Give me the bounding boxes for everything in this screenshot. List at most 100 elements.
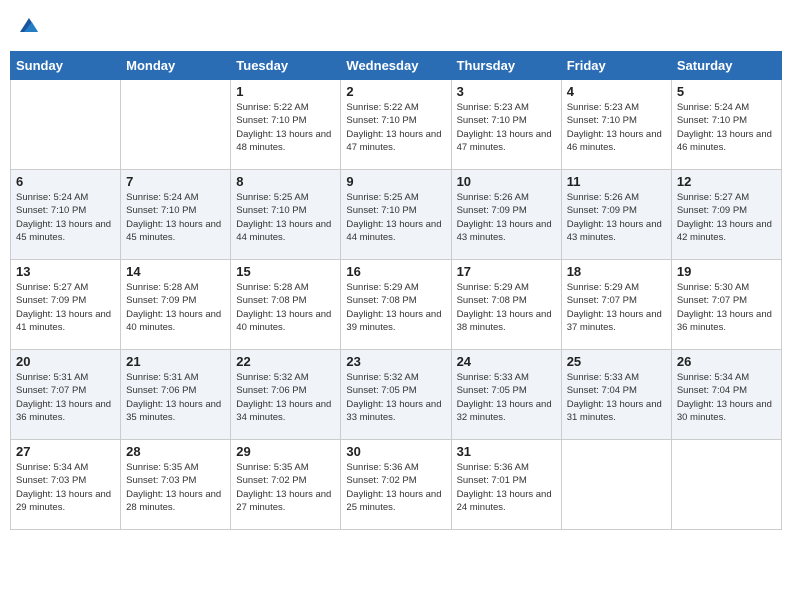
day-number: 21 <box>126 354 225 369</box>
day-info: Sunrise: 5:33 AM Sunset: 7:04 PM Dayligh… <box>567 371 666 424</box>
day-info: Sunrise: 5:36 AM Sunset: 7:02 PM Dayligh… <box>346 461 445 514</box>
day-number: 2 <box>346 84 445 99</box>
calendar-table: SundayMondayTuesdayWednesdayThursdayFrid… <box>10 51 782 530</box>
calendar-day-cell: 17 Sunrise: 5:29 AM Sunset: 7:08 PM Dayli… <box>451 260 561 350</box>
day-number: 23 <box>346 354 445 369</box>
weekday-header: Monday <box>121 52 231 80</box>
calendar-week-row: 6 Sunrise: 5:24 AM Sunset: 7:10 PM Daylig… <box>11 170 782 260</box>
day-number: 4 <box>567 84 666 99</box>
day-number: 30 <box>346 444 445 459</box>
day-number: 20 <box>16 354 115 369</box>
day-info: Sunrise: 5:31 AM Sunset: 7:06 PM Dayligh… <box>126 371 225 424</box>
weekday-header: Tuesday <box>231 52 341 80</box>
day-number: 28 <box>126 444 225 459</box>
day-number: 3 <box>457 84 556 99</box>
calendar-day-cell: 9Sunrise: 5:25 AM Sunset: 7:10 PM Daylig… <box>341 170 451 260</box>
calendar-day-cell: 15Sunrise: 5:28 AM Sunset: 7:08 PM Dayli… <box>231 260 341 350</box>
day-number: 16 <box>346 264 445 279</box>
day-info: Sunrise: 5:24 AM Sunset: 7:10 PM Dayligh… <box>126 191 225 244</box>
calendar-day-cell: 23 Sunrise: 5:32 AM Sunset: 7:05 PM Dayli… <box>341 350 451 440</box>
calendar-day-cell: 20 Sunrise: 5:31 AM Sunset: 7:07 PM Dayli… <box>11 350 121 440</box>
calendar-day-cell: 29 Sunrise: 5:35 AM Sunset: 7:02 PM Dayli… <box>231 440 341 530</box>
day-number: 26 <box>677 354 776 369</box>
calendar-day-cell: 26 Sunrise: 5:34 AM Sunset: 7:04 PM Dayli… <box>671 350 781 440</box>
day-number: 19 <box>677 264 776 279</box>
calendar-day-cell: 31 Sunrise: 5:36 AM Sunset: 7:01 PM Dayli… <box>451 440 561 530</box>
day-info: Sunrise: 5:36 AM Sunset: 7:01 PM Dayligh… <box>457 461 556 514</box>
day-info: Sunrise: 5:33 AM Sunset: 7:05 PM Dayligh… <box>457 371 556 424</box>
day-number: 6 <box>16 174 115 189</box>
calendar-day-cell <box>11 80 121 170</box>
day-info: Sunrise: 5:34 AM Sunset: 7:03 PM Dayligh… <box>16 461 115 514</box>
day-number: 27 <box>16 444 115 459</box>
day-number: 5 <box>677 84 776 99</box>
day-number: 1 <box>236 84 335 99</box>
day-number: 12 <box>677 174 776 189</box>
day-number: 18 <box>567 264 666 279</box>
day-info: Sunrise: 5:34 AM Sunset: 7:04 PM Dayligh… <box>677 371 776 424</box>
day-info: Sunrise: 5:32 AM Sunset: 7:06 PM Dayligh… <box>236 371 335 424</box>
calendar-day-cell: 16 Sunrise: 5:29 AM Sunset: 7:08 PM Dayli… <box>341 260 451 350</box>
day-info: Sunrise: 5:28 AM Sunset: 7:09 PM Dayligh… <box>126 281 225 334</box>
calendar-day-cell: 22 Sunrise: 5:32 AM Sunset: 7:06 PM Dayli… <box>231 350 341 440</box>
day-info: Sunrise: 5:26 AM Sunset: 7:09 PM Dayligh… <box>457 191 556 244</box>
calendar-day-cell <box>561 440 671 530</box>
calendar-day-cell: 27 Sunrise: 5:34 AM Sunset: 7:03 PM Dayli… <box>11 440 121 530</box>
logo-icon <box>18 14 40 36</box>
weekday-header: Saturday <box>671 52 781 80</box>
calendar-header-row: SundayMondayTuesdayWednesdayThursdayFrid… <box>11 52 782 80</box>
day-number: 22 <box>236 354 335 369</box>
day-info: Sunrise: 5:29 AM Sunset: 7:08 PM Dayligh… <box>346 281 445 334</box>
calendar-day-cell: 28 Sunrise: 5:35 AM Sunset: 7:03 PM Dayli… <box>121 440 231 530</box>
calendar-day-cell: 24Sunrise: 5:33 AM Sunset: 7:05 PM Dayli… <box>451 350 561 440</box>
day-info: Sunrise: 5:22 AM Sunset: 7:10 PM Dayligh… <box>346 101 445 154</box>
weekday-header: Thursday <box>451 52 561 80</box>
day-info: Sunrise: 5:25 AM Sunset: 7:10 PM Dayligh… <box>236 191 335 244</box>
calendar-day-cell: 10Sunrise: 5:26 AM Sunset: 7:09 PM Dayli… <box>451 170 561 260</box>
calendar-day-cell: 19 Sunrise: 5:30 AM Sunset: 7:07 PM Dayli… <box>671 260 781 350</box>
calendar-day-cell: 7 Sunrise: 5:24 AM Sunset: 7:10 PM Daylig… <box>121 170 231 260</box>
calendar-day-cell: 21 Sunrise: 5:31 AM Sunset: 7:06 PM Dayli… <box>121 350 231 440</box>
day-number: 17 <box>457 264 556 279</box>
day-info: Sunrise: 5:23 AM Sunset: 7:10 PM Dayligh… <box>457 101 556 154</box>
day-info: Sunrise: 5:29 AM Sunset: 7:08 PM Dayligh… <box>457 281 556 334</box>
weekday-header: Friday <box>561 52 671 80</box>
day-info: Sunrise: 5:24 AM Sunset: 7:10 PM Dayligh… <box>677 101 776 154</box>
day-number: 25 <box>567 354 666 369</box>
calendar-day-cell: 18 Sunrise: 5:29 AM Sunset: 7:07 PM Dayli… <box>561 260 671 350</box>
calendar-day-cell: 8Sunrise: 5:25 AM Sunset: 7:10 PM Daylig… <box>231 170 341 260</box>
calendar-day-cell <box>671 440 781 530</box>
day-info: Sunrise: 5:23 AM Sunset: 7:10 PM Dayligh… <box>567 101 666 154</box>
weekday-header: Sunday <box>11 52 121 80</box>
calendar-day-cell: 2 Sunrise: 5:22 AM Sunset: 7:10 PM Daylig… <box>341 80 451 170</box>
page-header <box>10 10 782 45</box>
day-info: Sunrise: 5:35 AM Sunset: 7:02 PM Dayligh… <box>236 461 335 514</box>
calendar-day-cell: 6 Sunrise: 5:24 AM Sunset: 7:10 PM Daylig… <box>11 170 121 260</box>
calendar-day-cell: 14 Sunrise: 5:28 AM Sunset: 7:09 PM Dayli… <box>121 260 231 350</box>
day-info: Sunrise: 5:29 AM Sunset: 7:07 PM Dayligh… <box>567 281 666 334</box>
day-info: Sunrise: 5:32 AM Sunset: 7:05 PM Dayligh… <box>346 371 445 424</box>
day-info: Sunrise: 5:22 AM Sunset: 7:10 PM Dayligh… <box>236 101 335 154</box>
calendar-week-row: 27 Sunrise: 5:34 AM Sunset: 7:03 PM Dayli… <box>11 440 782 530</box>
day-number: 29 <box>236 444 335 459</box>
day-number: 13 <box>16 264 115 279</box>
calendar-day-cell: 30 Sunrise: 5:36 AM Sunset: 7:02 PM Dayli… <box>341 440 451 530</box>
day-number: 14 <box>126 264 225 279</box>
day-number: 31 <box>457 444 556 459</box>
calendar-day-cell: 13Sunrise: 5:27 AM Sunset: 7:09 PM Dayli… <box>11 260 121 350</box>
calendar-week-row: 20 Sunrise: 5:31 AM Sunset: 7:07 PM Dayli… <box>11 350 782 440</box>
logo <box>16 14 40 41</box>
day-number: 15 <box>236 264 335 279</box>
day-number: 7 <box>126 174 225 189</box>
day-info: Sunrise: 5:35 AM Sunset: 7:03 PM Dayligh… <box>126 461 225 514</box>
calendar-day-cell: 25 Sunrise: 5:33 AM Sunset: 7:04 PM Dayli… <box>561 350 671 440</box>
day-info: Sunrise: 5:30 AM Sunset: 7:07 PM Dayligh… <box>677 281 776 334</box>
calendar-week-row: 1 Sunrise: 5:22 AM Sunset: 7:10 PM Daylig… <box>11 80 782 170</box>
calendar-day-cell: 3 Sunrise: 5:23 AM Sunset: 7:10 PM Daylig… <box>451 80 561 170</box>
day-info: Sunrise: 5:24 AM Sunset: 7:10 PM Dayligh… <box>16 191 115 244</box>
calendar-day-cell: 4 Sunrise: 5:23 AM Sunset: 7:10 PM Daylig… <box>561 80 671 170</box>
calendar-day-cell: 1 Sunrise: 5:22 AM Sunset: 7:10 PM Daylig… <box>231 80 341 170</box>
day-number: 9 <box>346 174 445 189</box>
calendar-day-cell: 12Sunrise: 5:27 AM Sunset: 7:09 PM Dayli… <box>671 170 781 260</box>
day-info: Sunrise: 5:31 AM Sunset: 7:07 PM Dayligh… <box>16 371 115 424</box>
